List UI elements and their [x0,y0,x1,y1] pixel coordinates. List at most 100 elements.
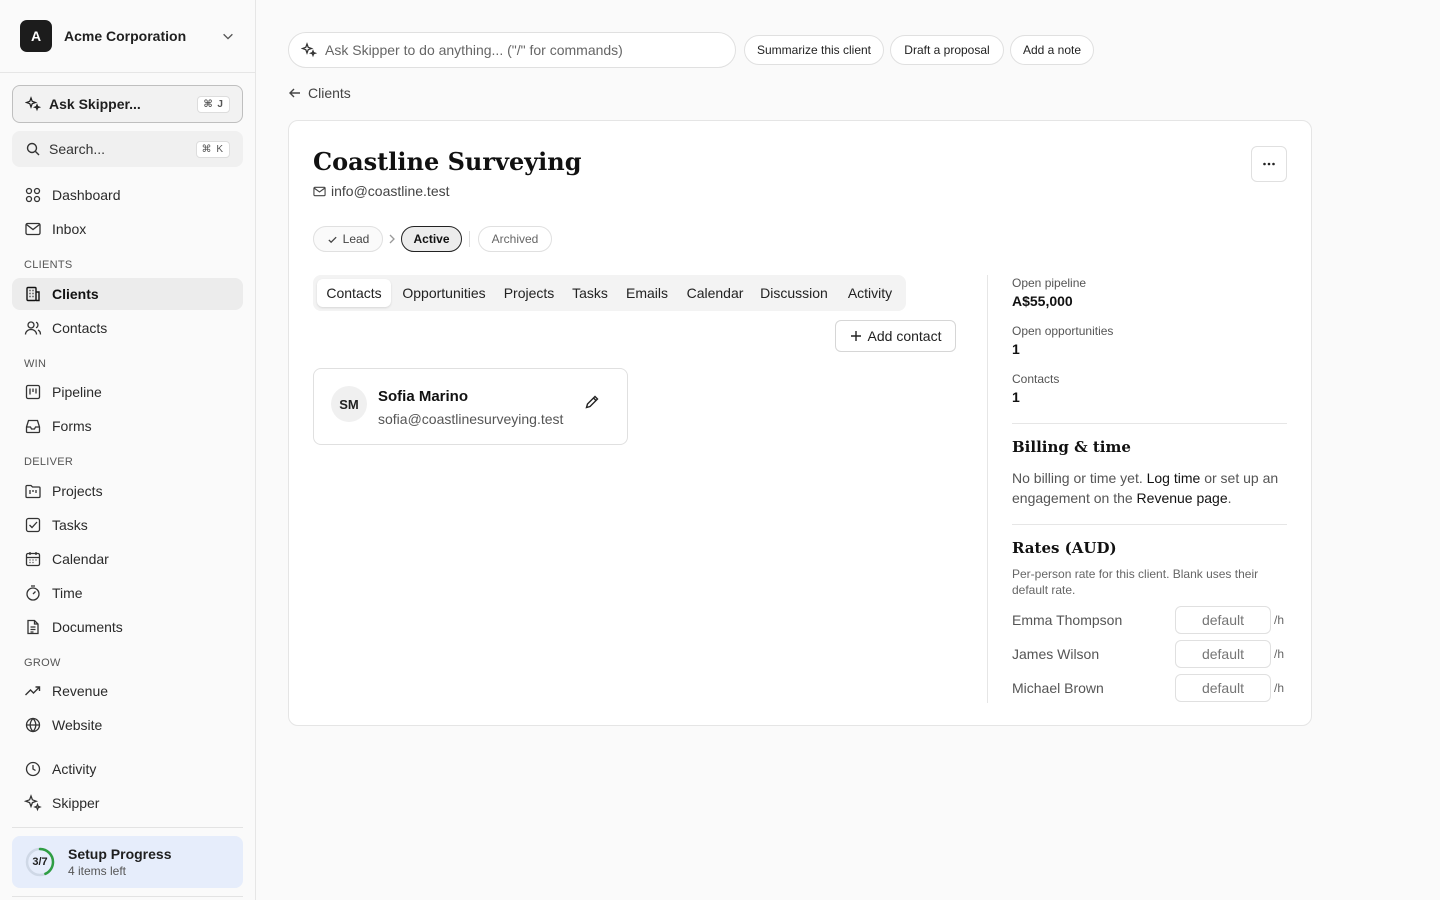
draft-proposal-button[interactable]: Draft a proposal [890,35,1004,65]
sidebar-divider [12,827,243,828]
org-avatar: A [20,20,52,52]
setup-progress-card[interactable]: 3/7 Setup Progress 4 items left [12,836,243,888]
back-label: Clients [308,85,351,101]
sidebar-item-clients[interactable]: Clients [12,278,243,310]
setup-title: Setup Progress [68,846,172,862]
sidebar-item-website[interactable]: Website [12,709,243,741]
revenue-page-link[interactable]: Revenue page [1137,490,1228,506]
plus-icon [850,331,861,341]
sidebar-item-label: Forms [52,418,92,434]
org-switcher[interactable]: A Acme Corporation [0,0,255,73]
sidebar-item-inbox[interactable]: Inbox [12,213,243,245]
sidebar-item-label: Contacts [52,320,108,336]
sidebar-item-calendar[interactable]: Calendar [12,543,243,575]
sidebar-item-label: Revenue [52,683,109,699]
sidebar-item-pipeline[interactable]: Pipeline [12,376,243,408]
globe-icon [25,717,41,733]
sidebar-item-tasks[interactable]: Tasks [12,509,243,541]
stat-label: Open pipeline [1012,276,1087,290]
sidebar-item-time[interactable]: Time [12,577,243,609]
client-tabs: Contacts Opportunities Projects Tasks Em… [313,275,906,311]
rates-description: Per-person rate for this client. Blank u… [1012,567,1259,597]
sidebar-item-label: Calendar [52,551,109,567]
sidebar-item-label: Skipper [52,795,100,811]
contact-card[interactable]: SM Sofia Marino sofia@coastlinesurveying… [313,368,628,445]
rate-row: James Wilson /h [1012,640,1287,668]
sidebar-item-label: Pipeline [52,384,102,400]
rate-person-name: Michael Brown [1012,680,1104,696]
back-to-clients-link[interactable]: Clients [288,85,351,101]
stat-open-opportunities: Open opportunities 1 [1012,324,1287,357]
clock-icon [25,761,41,777]
sidebar-item-skipper[interactable]: Skipper [12,787,243,819]
tab-projects[interactable]: Projects [499,279,559,307]
document-icon [27,619,39,635]
rate-input[interactable] [1175,674,1271,702]
rate-input[interactable] [1175,640,1271,668]
tab-tasks[interactable]: Tasks [567,279,613,307]
chevron-down-icon [223,33,233,40]
stat-value: 1 [1012,389,1020,405]
sidebar-item-revenue[interactable]: Revenue [12,675,243,707]
sidebar-item-projects[interactable]: Projects [12,475,243,507]
sidebar-item-contacts[interactable]: Contacts [12,312,243,344]
rate-unit: /h [1274,681,1285,695]
stage-archived-button[interactable]: Archived [478,226,552,252]
mail-icon [313,186,326,196]
stage-divider [469,231,470,247]
mail-icon [25,222,41,236]
stat-contacts: Contacts 1 [1012,372,1287,405]
section-grow: GROW [24,657,61,669]
client-email-text: info@coastline.test [331,183,450,199]
command-input[interactable]: Ask Skipper to do anything... ("/" for c… [288,32,736,68]
stage-lead-button[interactable]: Lead [313,226,383,252]
setup-progress-text: 3/7 [32,856,48,868]
search-label: Search... [49,141,106,157]
add-contact-button[interactable]: Add contact [835,320,956,352]
client-email[interactable]: info@coastline.test [313,183,450,199]
tab-contacts[interactable]: Contacts [317,279,391,307]
rate-unit: /h [1274,647,1285,661]
search-button[interactable]: Search... ⌘ K [12,131,243,167]
section-clients: CLIENTS [24,259,73,271]
tab-calendar[interactable]: Calendar [680,279,750,307]
more-options-button[interactable] [1251,146,1287,182]
sidebar-item-label: Tasks [52,517,88,533]
rate-input[interactable] [1175,606,1271,634]
stat-open-pipeline: Open pipeline A$55,000 [1012,276,1287,309]
sparkles-icon [25,96,41,112]
trending-up-icon [25,686,41,696]
client-name: Coastline Surveying [313,147,582,176]
pencil-icon[interactable] [584,394,600,410]
contact-avatar: SM [331,386,367,422]
sidebar-item-documents[interactable]: Documents [12,611,243,643]
stat-value: 1 [1012,341,1020,357]
ask-skipper-button[interactable]: Ask Skipper... ⌘ J [12,85,243,123]
stage-lead-label: Lead [342,232,370,246]
command-placeholder: Ask Skipper to do anything... ("/" for c… [325,42,623,58]
tab-opportunities[interactable]: Opportunities [395,279,493,307]
ask-skipper-label: Ask Skipper... [49,96,141,112]
stat-label: Contacts [1012,372,1060,386]
chevron-right-icon [389,234,395,244]
tab-activity[interactable]: Activity [838,279,902,307]
sidebar-item-dashboard[interactable]: Dashboard [12,179,243,211]
summarize-client-button[interactable]: Summarize this client [744,35,884,65]
section-divider [1012,524,1287,525]
building-icon [26,286,40,302]
client-card: Coastline Surveying info@coastline.test … [288,120,1312,726]
sidebar-item-activity[interactable]: Activity [12,753,243,785]
tab-discussion[interactable]: Discussion [756,279,832,307]
stage-active-button[interactable]: Active [401,226,462,252]
sidebar-item-label: Time [52,585,83,601]
log-time-link[interactable]: Log time [1147,470,1201,486]
sidebar-item-forms[interactable]: Forms [12,410,243,442]
sparkles-icon [24,794,42,812]
add-contact-label: Add contact [867,328,942,344]
add-note-button[interactable]: Add a note [1010,35,1094,65]
billing-title: Billing & time [1012,438,1131,456]
sidebar-item-label: Dashboard [52,187,121,203]
search-shortcut: ⌘ K [195,140,230,158]
tab-emails[interactable]: Emails [620,279,674,307]
sidebar-item-label: Clients [52,286,99,302]
